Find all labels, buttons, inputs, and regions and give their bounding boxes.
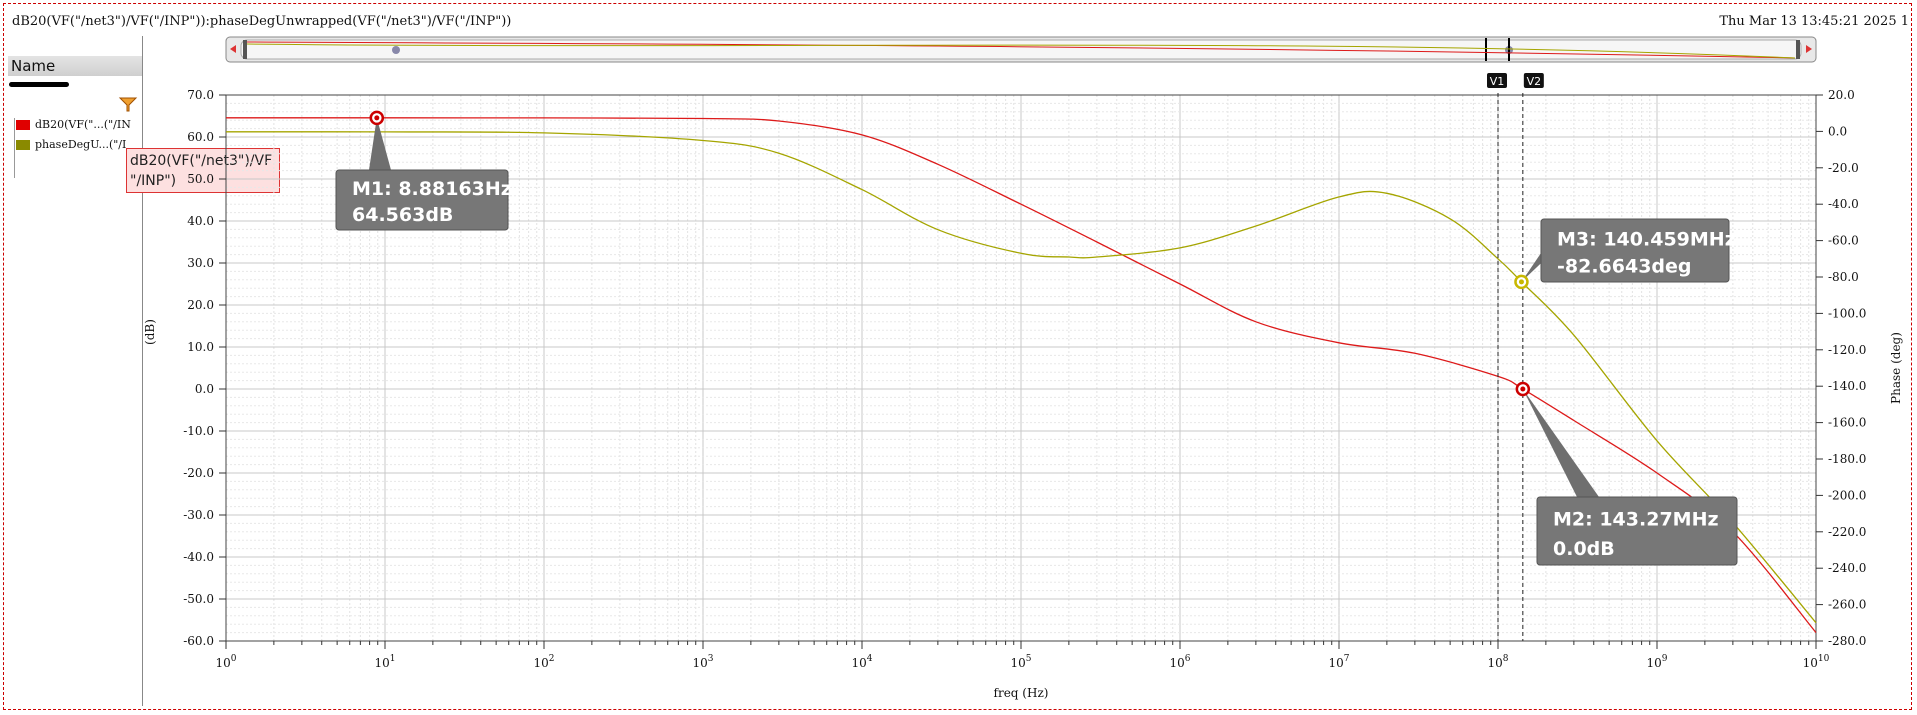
y-right-tick-label: -60.0 xyxy=(1828,234,1859,248)
marker-label-line1: M3: 140.459MHz xyxy=(1557,228,1736,250)
marker-pointer xyxy=(369,117,391,170)
x-axis-label: freq (Hz) xyxy=(994,686,1049,700)
y-right-tick-label: -200.0 xyxy=(1828,488,1866,502)
x-tick-label: 100 xyxy=(215,654,236,670)
zoom-strip[interactable] xyxy=(225,36,1817,63)
marker-pointer xyxy=(1522,389,1599,497)
y-right-tick-label: 0.0 xyxy=(1828,124,1847,138)
y-left-tick-label: 0.0 xyxy=(195,382,214,396)
y-right-tick-label: -20.0 xyxy=(1828,161,1859,175)
y-left-tick-label: -30.0 xyxy=(183,508,214,522)
x-tick-label: 108 xyxy=(1487,654,1508,670)
y-right-tick-label: -140.0 xyxy=(1828,379,1866,393)
x-tick-label: 105 xyxy=(1010,654,1031,670)
y-left-tick-label: 60.0 xyxy=(187,130,214,144)
y-left-tick-label: 30.0 xyxy=(187,256,214,270)
y-left-tick-label: 70.0 xyxy=(187,88,214,102)
marker-label-line2: 64.563dB xyxy=(352,204,453,226)
overview-marker-icon xyxy=(392,46,400,54)
cursor-tag-label: V1 xyxy=(1490,75,1505,88)
zoom-right-handle[interactable] xyxy=(1796,40,1800,59)
y-right-tick-label: -240.0 xyxy=(1828,561,1866,575)
y-right-tick-label: -260.0 xyxy=(1828,598,1866,612)
y-right-tick-label: -40.0 xyxy=(1828,197,1859,211)
y-right-tick-label: -180.0 xyxy=(1828,452,1866,466)
marker-point-center xyxy=(1520,386,1526,392)
y-right-tick-label: -160.0 xyxy=(1828,416,1866,430)
marker-point-center xyxy=(1518,279,1524,285)
y-left-tick-label: -10.0 xyxy=(183,424,214,438)
y-left-tick-label: -60.0 xyxy=(183,634,214,648)
marker-point-center xyxy=(374,115,380,121)
y-right-tick-label: -120.0 xyxy=(1828,343,1866,357)
marker-label-line1: M2: 143.27MHz xyxy=(1553,509,1719,531)
y-axis-left-label: (dB) xyxy=(143,319,157,345)
x-tick-label: 101 xyxy=(374,654,395,670)
y-left-tick-label: -40.0 xyxy=(183,550,214,564)
plot-area[interactable]: 100 101 102 103 104 105 106 107 108 109 1010 70.0 60… xyxy=(0,0,1917,715)
x-tick-label: 104 xyxy=(851,654,872,670)
y-right-tick-label: 20.0 xyxy=(1828,88,1855,102)
marker-label-line2: 0.0dB xyxy=(1553,538,1615,560)
y-right-tick-label: -220.0 xyxy=(1828,525,1866,539)
y-axis-right-label: Phase (deg) xyxy=(1889,332,1903,404)
y-left-tick-label: -50.0 xyxy=(183,592,214,606)
x-tick-label: 109 xyxy=(1646,654,1667,670)
x-tick-label: 102 xyxy=(533,654,554,670)
y-left-tick-label: 10.0 xyxy=(187,340,214,354)
y-right-tick-label: -100.0 xyxy=(1828,306,1866,320)
y-left-tick-label: 50.0 xyxy=(187,172,214,186)
y-right-tick-label: -80.0 xyxy=(1828,270,1859,284)
y-left-tick-label: 40.0 xyxy=(187,214,214,228)
marker-label-line1: M1: 8.88163Hz xyxy=(352,178,512,200)
zoom-left-handle[interactable] xyxy=(243,40,247,59)
x-tick-label: 106 xyxy=(1169,654,1190,670)
y-left-tick-label: -20.0 xyxy=(183,466,214,480)
x-tick-label: 107 xyxy=(1328,654,1349,670)
y-right-tick-label: -280.0 xyxy=(1828,634,1866,648)
y-left-tick-label: 20.0 xyxy=(187,298,214,312)
x-tick-label: 1010 xyxy=(1803,654,1830,670)
cursor-group[interactable]: V1 V2 xyxy=(1487,73,1544,641)
x-tick-label: 103 xyxy=(692,654,713,670)
cursor-tag-label: V2 xyxy=(1527,75,1542,88)
marker-label-line2: -82.6643deg xyxy=(1557,256,1692,278)
